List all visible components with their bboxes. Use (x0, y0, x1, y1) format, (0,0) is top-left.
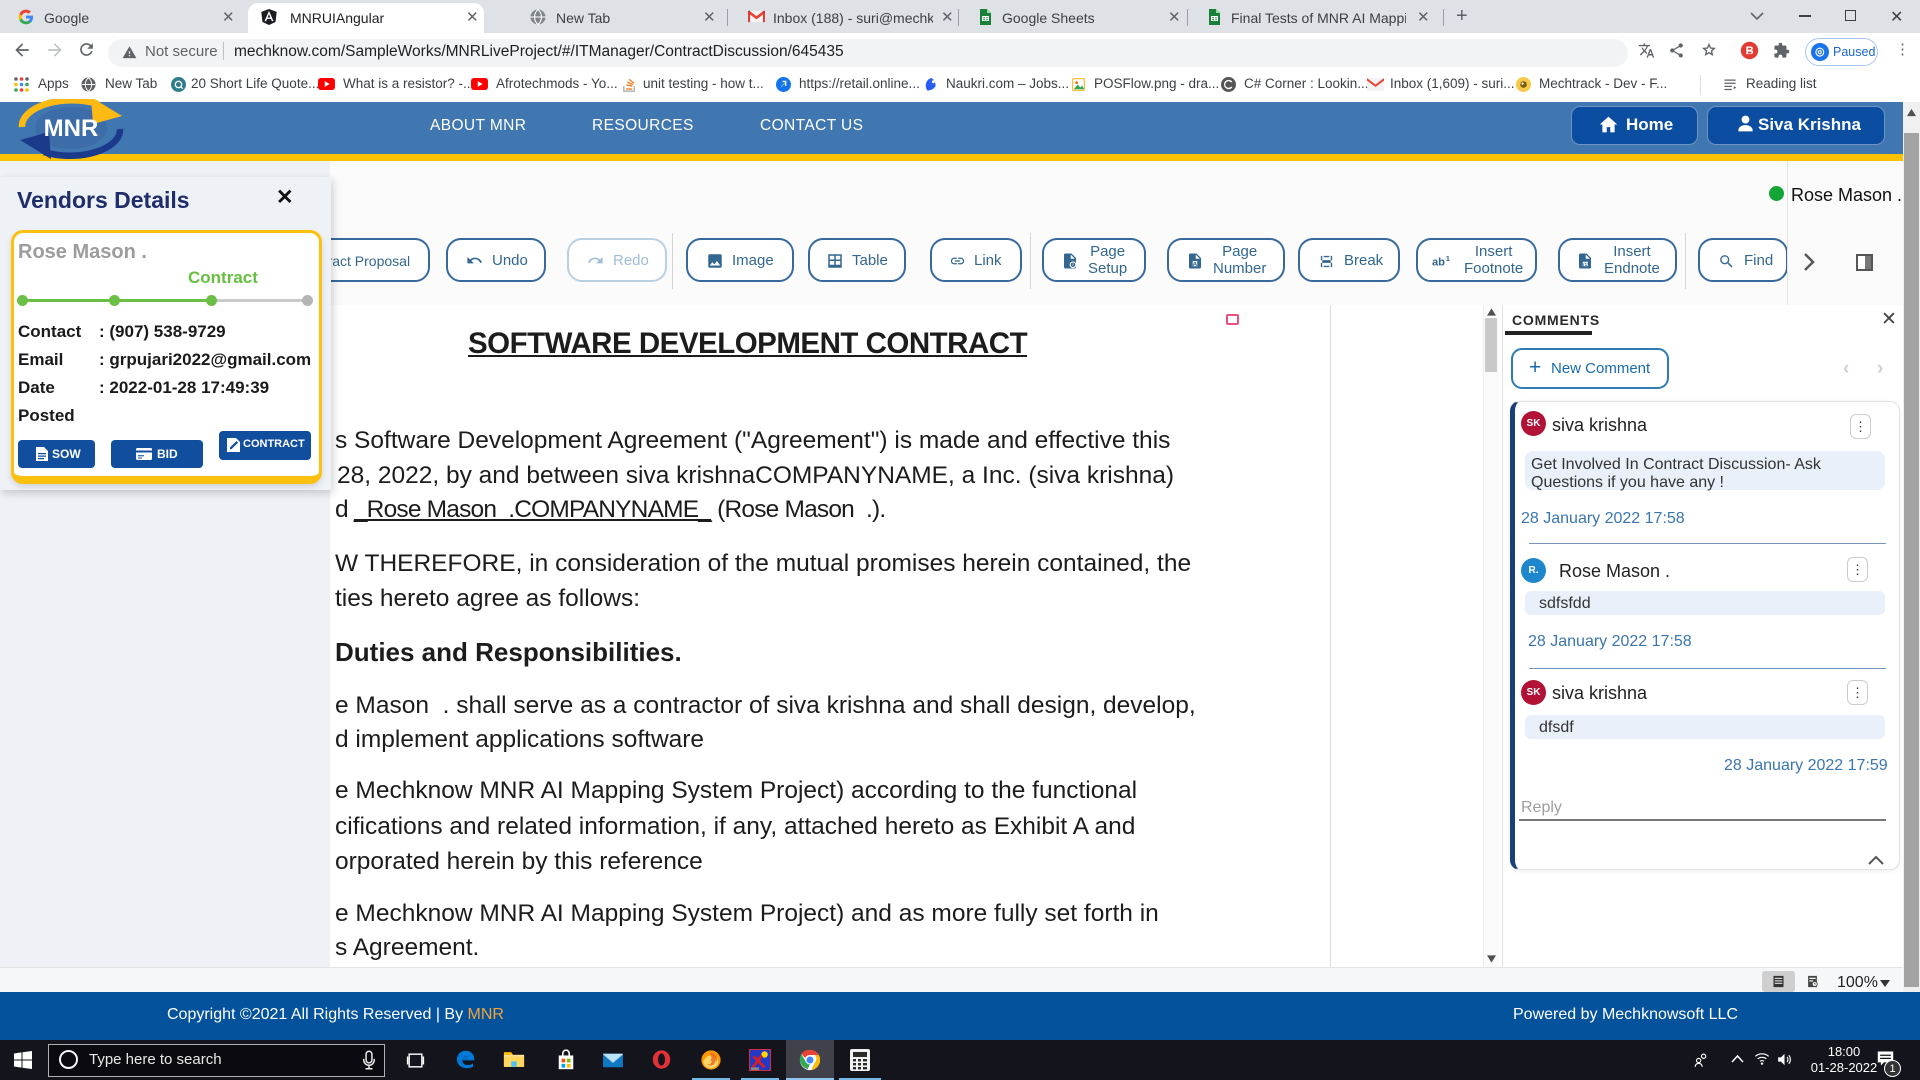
svg-text:1: 1 (1446, 254, 1451, 263)
svg-text:(1): (1) (1583, 262, 1589, 267)
svg-text:MNR: MNR (44, 115, 99, 142)
svg-text:ab: ab (1432, 256, 1445, 268)
